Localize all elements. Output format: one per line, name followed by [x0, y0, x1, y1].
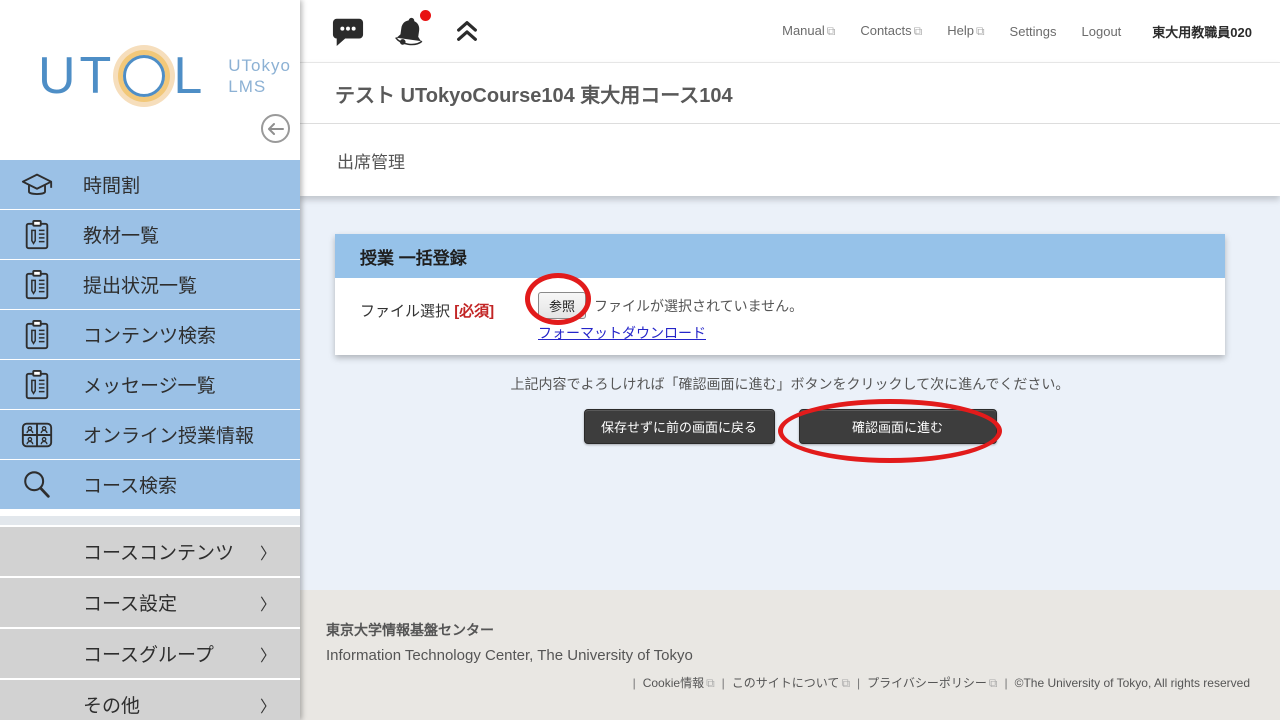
- format-download-link[interactable]: フォーマットダウンロード: [538, 323, 706, 343]
- messages-button[interactable]: [330, 15, 366, 47]
- external-link-icon: ⧉: [989, 676, 998, 690]
- sidebar-item-others[interactable]: その他 〉: [0, 680, 300, 720]
- notification-badge: [420, 10, 431, 21]
- utol-logo[interactable]: UT L UTokyo LMS: [38, 46, 291, 106]
- sidebar-item-messages[interactable]: メッセージ一覧: [0, 360, 300, 409]
- sidebar-item-label: コースコンテンツ: [83, 538, 260, 565]
- clipboard-icon: [20, 369, 54, 401]
- footer: 東京大学情報基盤センター Information Technology Cent…: [300, 590, 1280, 720]
- footer-org-en: Information Technology Center, The Unive…: [326, 647, 1250, 664]
- chevron-right-icon: 〉: [260, 540, 276, 564]
- sidebar-collapse-button[interactable]: [261, 114, 290, 143]
- logo-sub-utokyo: UTokyo: [228, 55, 291, 76]
- graduation-cap-icon: [20, 169, 54, 201]
- back-without-saving-button[interactable]: 保存せずに前の画面に戻る: [584, 409, 775, 444]
- sidebar-item-label: 提出状況一覧: [83, 271, 197, 298]
- logout-link[interactable]: Logout: [1082, 24, 1122, 39]
- external-link-icon: ⧉: [914, 24, 923, 38]
- cookie-info-link[interactable]: Cookie情報⧉: [643, 674, 715, 691]
- external-link-icon: ⧉: [841, 676, 850, 690]
- bulk-register-panel: 授業 一括登録 ファイル選択 [必須] 参照 ファイルが選択されていません。 フ…: [335, 234, 1225, 355]
- chevron-right-icon: 〉: [260, 693, 276, 717]
- clipboard-icon: [20, 219, 54, 251]
- course-title: テスト UTokyoCourse104 東大用コース104: [335, 79, 733, 108]
- sidebar-item-course-group[interactable]: コースグループ 〉: [0, 629, 300, 678]
- sidebar-item-course-settings[interactable]: コース設定 〉: [0, 578, 300, 627]
- logo-sub-lms: LMS: [228, 76, 291, 97]
- sidebar-item-submission-status[interactable]: 提出状況一覧: [0, 260, 300, 309]
- about-site-link[interactable]: このサイトについて⧉: [732, 674, 850, 691]
- sidebar-item-label: その他: [83, 691, 260, 718]
- privacy-policy-link[interactable]: プライバシーポリシー⧉: [867, 674, 997, 691]
- content-area: 授業 一括登録 ファイル選択 [必須] 参照 ファイルが選択されていません。 フ…: [300, 196, 1280, 590]
- collapse-topbar-button[interactable]: [454, 18, 480, 44]
- sidebar-item-label: 教材一覧: [83, 221, 159, 248]
- sidebar-item-course-search[interactable]: コース検索: [0, 460, 300, 509]
- instruction-text: 上記内容でよろしければ「確認画面に進む」ボタンをクリックして次に進んでください。: [300, 374, 1280, 394]
- chevron-right-icon: 〉: [260, 642, 276, 666]
- page-title: 出席管理: [337, 148, 405, 173]
- logo-area: UT L UTokyo LMS: [0, 0, 300, 160]
- sidebar-main-menu: 時間割 教材一覧 提出状況一覧 コンテンツ検索 メッセージ一覧: [0, 160, 300, 509]
- logo-text-l: L: [173, 46, 206, 106]
- sidebar-item-materials[interactable]: 教材一覧: [0, 210, 300, 259]
- sidebar-item-content-search[interactable]: コンテンツ検索: [0, 310, 300, 359]
- clipboard-icon: [20, 269, 54, 301]
- required-badge: [必須]: [454, 303, 494, 320]
- clipboard-icon: [20, 319, 54, 351]
- arrow-left-icon: [267, 122, 284, 136]
- sidebar-item-timetable[interactable]: 時間割: [0, 160, 300, 209]
- file-select-label: ファイル選択: [360, 303, 450, 320]
- topbar: Manual⧉ Contacts⧉ Help⧉ Settings Logout …: [300, 0, 1280, 62]
- logo-text-ut: UT: [38, 46, 115, 106]
- sidebar: UT L UTokyo LMS 時間割 教材一覧: [0, 0, 300, 720]
- manual-link[interactable]: Manual⧉: [782, 23, 835, 39]
- browse-file-button[interactable]: 参照: [538, 292, 586, 319]
- sidebar-item-label: メッセージ一覧: [83, 371, 216, 398]
- panel-title: 授業 一括登録: [360, 244, 467, 269]
- sidebar-item-label: コースグループ: [83, 640, 260, 667]
- help-link[interactable]: Help⧉: [947, 23, 984, 39]
- sidebar-item-course-contents[interactable]: コースコンテンツ 〉: [0, 527, 300, 576]
- sidebar-course-menu: コースコンテンツ 〉 コース設定 〉 コースグループ 〉 その他 〉: [0, 527, 300, 720]
- double-chevron-up-icon: [454, 18, 480, 44]
- online-class-icon: [20, 419, 54, 451]
- chat-bubble-icon: [330, 15, 366, 47]
- sidebar-item-label: コース設定: [83, 589, 260, 616]
- proceed-to-confirm-button[interactable]: 確認画面に進む: [799, 409, 997, 444]
- no-file-selected-text: ファイルが選択されていません。: [594, 296, 803, 316]
- notifications-button[interactable]: [392, 14, 428, 48]
- external-link-icon: ⧉: [827, 24, 836, 38]
- logo-o-ring-icon: [123, 55, 165, 97]
- chevron-right-icon: 〉: [260, 591, 276, 615]
- sidebar-item-label: コンテンツ検索: [83, 321, 216, 348]
- sidebar-item-label: コース検索: [83, 471, 177, 498]
- sidebar-item-online-class[interactable]: オンライン授業情報: [0, 410, 300, 459]
- sidebar-item-label: 時間割: [83, 171, 140, 198]
- main-area: Manual⧉ Contacts⧉ Help⧉ Settings Logout …: [300, 0, 1280, 720]
- external-link-icon: ⧉: [706, 676, 715, 690]
- user-name: 東大用教職員020: [1152, 22, 1252, 41]
- sidebar-gap-shade: [0, 516, 300, 525]
- contacts-link[interactable]: Contacts⧉: [860, 23, 922, 39]
- footer-org-jp: 東京大学情報基盤センター: [326, 620, 1250, 640]
- external-link-icon: ⧉: [976, 24, 985, 38]
- title-block: テスト UTokyoCourse104 東大用コース104 出席管理: [300, 62, 1280, 196]
- sidebar-item-label: オンライン授業情報: [83, 421, 254, 448]
- copyright-text: ©The University of Tokyo, All rights res…: [1015, 676, 1250, 690]
- settings-link[interactable]: Settings: [1010, 24, 1057, 39]
- search-icon: [20, 469, 54, 501]
